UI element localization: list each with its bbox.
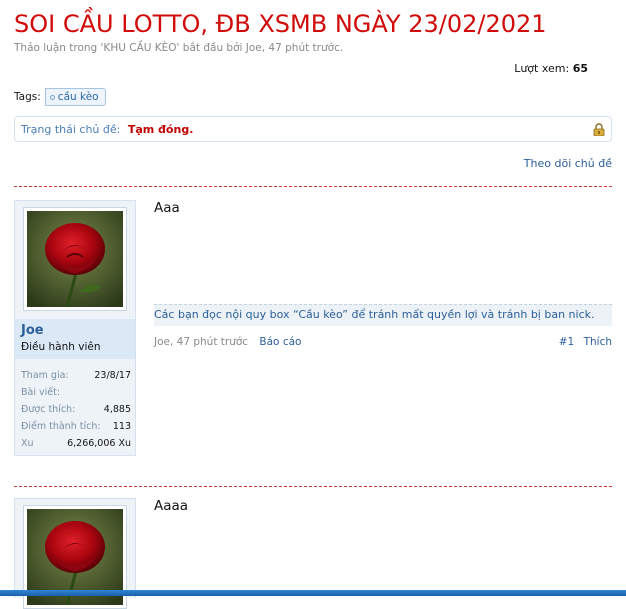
user-stat-value: 23/8/17 (94, 370, 131, 381)
thread-description: Thảo luận trong 'KHU CẦU KÈO' bắt đầu bở… (14, 42, 344, 54)
post-separator (14, 186, 612, 187)
user-stat-row: Được thích: 4,885 (21, 401, 131, 418)
post-actions: #1 Thích (559, 336, 612, 348)
rose-avatar-icon (27, 211, 123, 307)
user-stat-label: Bài viết: (21, 387, 61, 398)
user-stat-row: Tham gia: 23/8/17 (21, 367, 131, 384)
follow-thread-link[interactable]: Theo dõi chủ đề (524, 157, 612, 170)
post-signature: Các bạn đọc nội quy box “Cầu kèo” để trá… (154, 304, 612, 326)
like-link[interactable]: Thích (584, 336, 612, 348)
post-number-link[interactable]: #1 (559, 336, 574, 348)
view-count: Lượt xem: 65 (514, 62, 588, 75)
lock-icon (593, 123, 605, 136)
thread-title: SOI CẦU LOTTO, ĐB XSMB NGÀY 23/02/2021 (14, 10, 547, 38)
post-meta: Joe, 47 phút trước Báo cáo (154, 336, 301, 348)
user-stat-value: 4,885 (103, 404, 131, 415)
user-stat-row: Điểm thành tích: 113 (21, 418, 131, 435)
user-stat-label: Tham gia: (21, 370, 69, 381)
user-stat-label: Xu (21, 438, 34, 449)
status-label: Trạng thái chủ đề: (21, 123, 121, 136)
user-info-panel (14, 498, 136, 609)
view-count-value: 65 (572, 62, 588, 75)
user-stat-value: 6,266,006 Xu (67, 438, 131, 449)
browser-bottom-bar (0, 590, 626, 596)
report-link[interactable]: Báo cáo (259, 336, 301, 348)
post-separator (14, 486, 612, 487)
user-stat-label: Điểm thành tích: (21, 421, 101, 432)
post-message: Aaa (154, 200, 180, 216)
post-author-time[interactable]: Joe, 47 phút trước (154, 336, 248, 348)
avatar[interactable] (23, 207, 127, 311)
post-message: Aaaa (154, 498, 189, 514)
user-role: Điều hành viên (21, 341, 101, 353)
user-stat-value: 113 (112, 421, 131, 432)
user-name-block: Joe Điều hành viên (15, 319, 135, 359)
user-info-panel: Joe Điều hành viên Tham gia: 23/8/17 Bài… (14, 200, 136, 456)
status-value: Tạm đóng. (127, 123, 194, 136)
user-stat-row: Xu 6,266,006 Xu (21, 435, 131, 452)
tag-label: cầu kèo (57, 91, 99, 103)
username-link[interactable]: Joe (21, 323, 44, 338)
tag-hole-icon (49, 95, 55, 100)
thread-status-bar: Trạng thái chủ đề: Tạm đóng. (14, 116, 612, 142)
user-stat-label: Được thích: (21, 404, 76, 415)
user-stat-row: Bài viết: (21, 384, 131, 401)
view-count-label: Lượt xem: (514, 62, 570, 75)
tag-link[interactable]: cầu kèo (44, 88, 106, 106)
tags-row: Tags: cầu kèo (14, 88, 106, 106)
tags-label: Tags: (14, 91, 41, 103)
user-stats: Tham gia: 23/8/17 Bài viết: Được thích: … (21, 367, 131, 452)
